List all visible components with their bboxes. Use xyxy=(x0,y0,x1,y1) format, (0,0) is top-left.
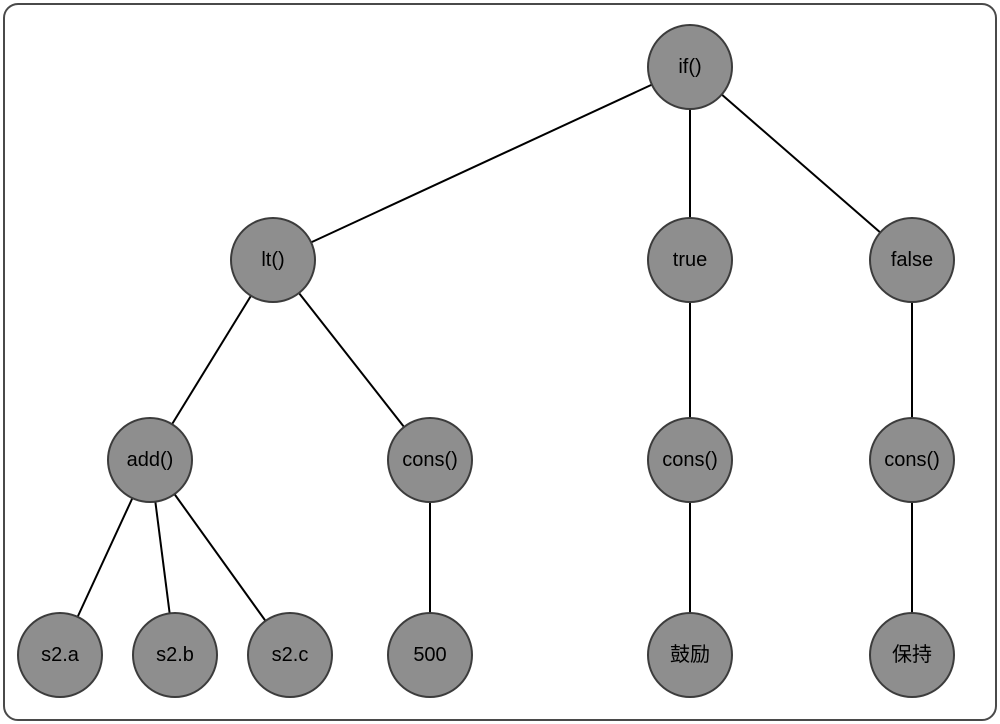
node-v500: 500 xyxy=(388,613,472,697)
edge-add-s2b xyxy=(155,502,169,614)
node-s2a-label: s2.a xyxy=(41,644,80,666)
node-true-label: true xyxy=(673,249,707,271)
node-cons3-label: cons() xyxy=(884,449,940,471)
edges-group xyxy=(78,85,912,621)
node-s2c: s2.c xyxy=(248,613,332,697)
node-false: false xyxy=(870,218,954,302)
node-true: true xyxy=(648,218,732,302)
node-lt: lt() xyxy=(231,218,315,302)
node-cons2: cons() xyxy=(648,418,732,502)
expression-tree-diagram: if() lt() true false add() cons() cons() xyxy=(0,0,1000,724)
node-cons1: cons() xyxy=(388,418,472,502)
node-cons2-label: cons() xyxy=(662,449,718,471)
node-v500-label: 500 xyxy=(413,644,446,666)
edge-lt-add xyxy=(172,296,251,424)
node-cons1-label: cons() xyxy=(402,449,458,471)
node-root: if() xyxy=(648,25,732,109)
node-add-label: add() xyxy=(127,449,174,471)
edge-add-s2c xyxy=(174,494,265,621)
node-s2b: s2.b xyxy=(133,613,217,697)
nodes-group: if() lt() true false add() cons() cons() xyxy=(18,25,954,697)
node-s2a: s2.a xyxy=(18,613,102,697)
node-lt-label: lt() xyxy=(261,249,284,271)
diagram-frame xyxy=(4,4,996,720)
node-s2c-label: s2.c xyxy=(272,644,309,666)
node-cons3: cons() xyxy=(870,418,954,502)
node-root-label: if() xyxy=(678,56,701,78)
node-guli: 鼓励 xyxy=(648,613,732,697)
node-add: add() xyxy=(108,418,192,502)
edge-lt-cons1 xyxy=(299,293,404,427)
edge-add-s2a xyxy=(78,498,133,617)
edge-root-false xyxy=(722,95,881,233)
node-baochi: 保持 xyxy=(870,613,954,697)
node-guli-label: 鼓励 xyxy=(670,643,710,666)
node-false-label: false xyxy=(891,249,933,271)
edge-root-lt xyxy=(311,85,652,243)
node-s2b-label: s2.b xyxy=(156,644,194,666)
node-baochi-label: 保持 xyxy=(892,643,932,666)
